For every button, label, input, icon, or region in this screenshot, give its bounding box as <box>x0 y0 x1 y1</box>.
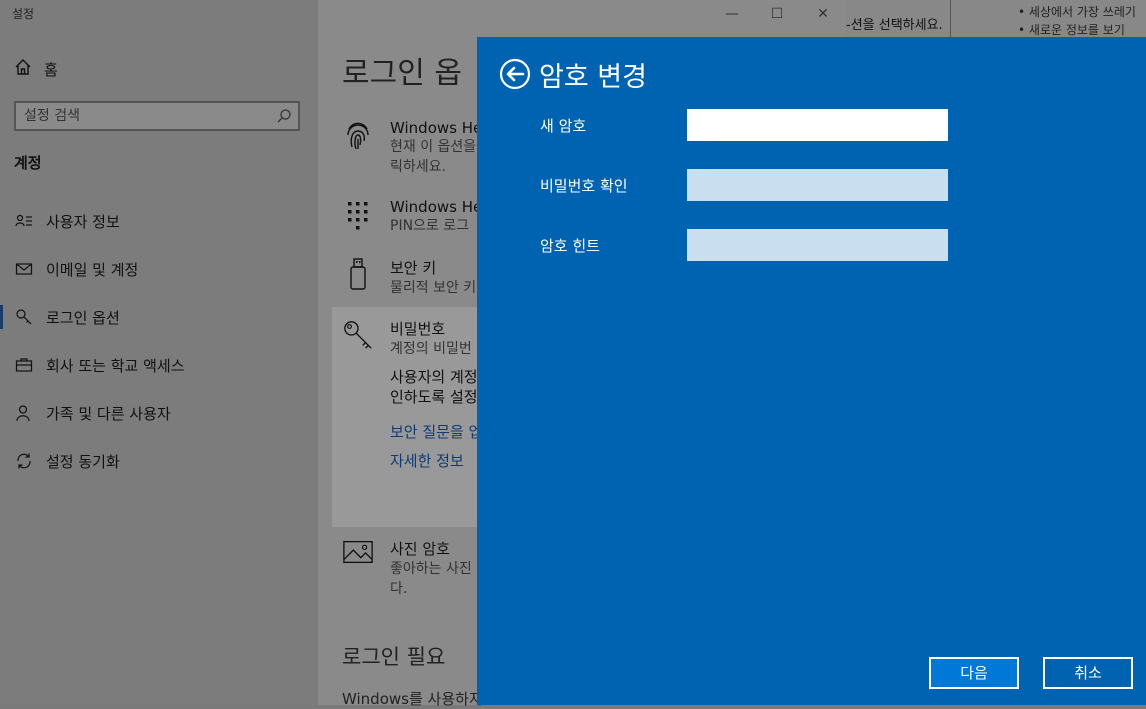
sidebar-item-home[interactable]: 홈 <box>14 58 58 80</box>
background-text: -션을 선택하세요. <box>846 18 943 33</box>
sidebar-item-label: 가족 및 다른 사용자 <box>46 404 171 423</box>
close-button[interactable]: ✕ <box>803 2 843 26</box>
sidebar-item-label: 이메일 및 계정 <box>46 260 139 279</box>
sidebar-item-label: 로그인 옵션 <box>46 308 120 327</box>
change-password-dialog: 암호 변경 새 암호 비밀번호 확인 암호 힌트 다음 취소 <box>477 37 1146 705</box>
option-windows-hello-fingerprint[interactable]: Windows Hel 현재 이 옵션을 릭하세요. <box>342 119 486 177</box>
cancel-button[interactable]: 취소 <box>1043 657 1133 689</box>
option-desc: 릭하세요. <box>390 159 446 175</box>
password-info-text: 인하도록 설정 <box>390 388 478 406</box>
option-desc: 다. <box>390 581 408 597</box>
fingerprint-icon <box>342 119 374 177</box>
person-card-icon <box>14 211 34 231</box>
new-password-label: 새 암호 <box>540 117 587 135</box>
option-security-key[interactable]: 보안 키 물리적 보안 키 <box>342 257 476 298</box>
option-password[interactable]: 비밀번호 계정의 비밀번 사용자의 계정 인하도록 설정 보안 질문을 업 자세… <box>342 318 482 471</box>
sidebar-item-sync[interactable]: 설정 동기화 <box>14 449 120 473</box>
password-hint-field[interactable] <box>687 229 948 261</box>
sidebar-item-label: 사용자 정보 <box>46 212 120 231</box>
option-title: 보안 키 <box>390 259 437 277</box>
option-picture-password[interactable]: 사진 암호 좋아하는 사진 다. <box>342 538 472 599</box>
background-window: -션을 선택하세요. • 세상에서 가장 쓰레기 • 새로운 정보를 보기 <box>846 0 1146 40</box>
picture-icon <box>342 538 374 599</box>
bullet-text: 새로운 정보를 보기 <box>1028 23 1125 37</box>
home-icon <box>14 58 32 80</box>
sync-icon <box>14 451 34 471</box>
security-questions-link[interactable]: 보안 질문을 업 <box>390 421 482 442</box>
search-input[interactable] <box>16 103 272 129</box>
confirm-password-label: 비밀번호 확인 <box>540 177 628 195</box>
maximize-button[interactable]: ☐ <box>757 2 797 26</box>
minimize-button[interactable]: — <box>712 2 752 26</box>
option-desc: PIN으로 로그 <box>390 218 470 234</box>
home-label: 홈 <box>44 60 58 79</box>
option-desc: 현재 이 옵션을 <box>390 139 477 155</box>
pin-keypad-icon <box>342 198 374 236</box>
confirm-password-field[interactable] <box>687 169 948 201</box>
option-title: 비밀번호 <box>390 320 446 338</box>
usb-key-icon <box>342 257 374 298</box>
sidebar: 설정 홈 계정 사용자 정보 이메일 및 계정 <box>0 0 318 705</box>
sidebar-item-signin-options[interactable]: 로그인 옵션 <box>14 305 120 329</box>
search-icon[interactable] <box>276 108 292 128</box>
list-item: • 세상에서 가장 쓰레기 <box>1018 5 1136 19</box>
dialog-title: 암호 변경 <box>539 62 647 93</box>
active-indicator <box>0 305 3 329</box>
option-desc: 계정의 비밀번 <box>390 341 472 357</box>
option-desc: 좋아하는 사진 <box>390 561 472 577</box>
sidebar-item-email[interactable]: 이메일 및 계정 <box>14 257 138 281</box>
option-title: Windows Hel <box>390 119 487 137</box>
more-info-link[interactable]: 자세한 정보 <box>390 450 482 471</box>
sidebar-item-work-access[interactable]: 회사 또는 학교 액세스 <box>14 353 185 377</box>
sidebar-item-user-info[interactable]: 사용자 정보 <box>14 209 120 233</box>
next-button[interactable]: 다음 <box>929 657 1019 689</box>
settings-search-box[interactable] <box>14 101 300 131</box>
password-key-icon <box>342 318 374 471</box>
sidebar-item-label: 회사 또는 학교 액세스 <box>46 356 185 375</box>
key-icon <box>14 307 34 327</box>
bullet-text: 세상에서 가장 쓰레기 <box>1028 5 1136 19</box>
section-title: 계정 <box>14 154 42 172</box>
signin-required-heading: 로그인 필요 <box>342 645 446 669</box>
new-password-field[interactable] <box>687 109 948 141</box>
signin-required-text: Windows를 사용하지 <box>342 690 483 708</box>
option-windows-hello-pin[interactable]: Windows Hel PIN으로 로그 <box>342 198 486 236</box>
briefcase-icon <box>14 355 34 375</box>
option-desc: 물리적 보안 키 <box>390 280 477 296</box>
divider <box>950 0 951 40</box>
list-item: • 새로운 정보를 보기 <box>1018 23 1125 37</box>
page-title: 로그인 옵 <box>342 56 462 91</box>
password-info-text: 사용자의 계정 <box>390 368 478 386</box>
sidebar-item-family[interactable]: 가족 및 다른 사용자 <box>14 401 171 425</box>
sidebar-item-label: 설정 동기화 <box>46 452 120 471</box>
option-title: 사진 암호 <box>390 540 450 558</box>
mail-icon <box>14 259 34 279</box>
window-title: 설정 <box>12 7 35 21</box>
back-arrow-icon[interactable] <box>499 58 531 90</box>
password-hint-label: 암호 힌트 <box>540 237 600 255</box>
person-add-icon <box>14 403 34 423</box>
option-title: Windows Hel <box>390 198 487 216</box>
